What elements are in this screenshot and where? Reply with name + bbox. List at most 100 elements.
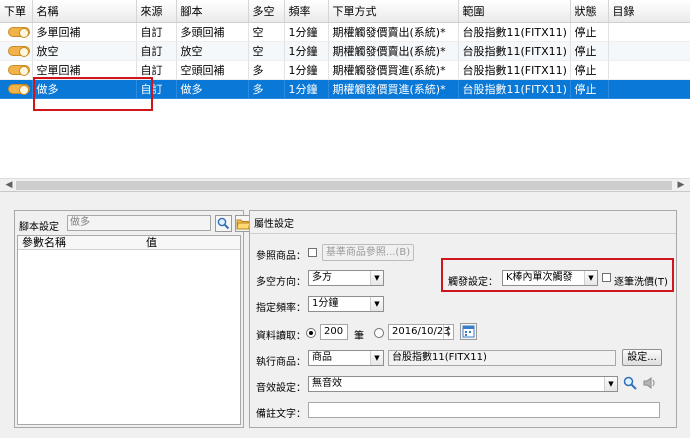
param-name-header[interactable]: 參數名稱 [22,236,66,250]
cell-frequency: 1分鐘 [284,22,329,42]
cell-script: 多頭回補 [176,22,249,42]
cell-source: 自訂 [136,60,177,80]
grid-header-row: 下單 名稱 來源 腳本 多空 頻率 下單方式 範圍 狀態 目錄 [0,0,690,23]
table-row-selected[interactable]: 做多 自訂 做多 多 1分鐘 期權觸發價買進(系統)* 台股指數11(FITX1… [0,79,690,99]
cell-order-method: 期權觸發價賣出(系統)* [328,22,459,42]
script-panel: 腳本設定 做多 參數名稱 值 [14,210,252,428]
cell-name: 放空 [32,41,137,61]
script-setting-label: 腳本設定 [19,222,59,233]
frequency-value: 1分鐘 [312,298,339,309]
date-input[interactable]: 2016/10/23 ▲ ▼ [388,324,454,340]
order-toggle-icon[interactable] [8,27,30,38]
cell-order-method: 期權觸發價買進(系統)* [328,60,459,80]
date-radio[interactable] [374,328,384,338]
col-header-script[interactable]: 腳本 [176,0,249,23]
cell-folder [608,79,690,99]
properties-title: 屬性設定 [254,219,294,230]
data-read-label: 資料讀取： [256,331,306,342]
col-header-direction[interactable]: 多空 [248,0,285,23]
exec-type-value: 商品 [312,352,332,363]
cell-name: 做多 [32,79,137,99]
frequency-select[interactable]: 1分鐘 ▼ [308,296,384,312]
cell-frequency: 1分鐘 [284,60,329,80]
cell-frequency: 1分鐘 [284,79,329,99]
ref-product-checkbox[interactable] [308,248,317,257]
col-header-status[interactable]: 狀態 [570,0,609,23]
col-header-order[interactable]: 下單 [0,0,33,23]
note-label: 備註文字： [256,409,306,420]
order-toggle-icon[interactable] [8,84,30,95]
col-header-source[interactable]: 來源 [136,0,177,23]
order-toggle-icon[interactable] [8,65,30,76]
speaker-icon[interactable] [642,375,658,391]
col-header-folder[interactable]: 目錄 [608,0,690,23]
date-spinner-icon[interactable]: ▲ ▼ [443,325,453,339]
chevron-down-icon[interactable]: ▼ [584,271,597,285]
exec-product-label: 執行商品： [256,357,306,368]
cell-status: 停止 [570,79,609,99]
direction-select[interactable]: 多方 ▼ [308,270,384,286]
col-header-name[interactable]: 名稱 [32,0,137,23]
cell-folder [608,22,690,42]
exec-symbol-field: 台股指數11(FITX11) [388,350,616,366]
search-icon[interactable] [215,215,232,232]
cell-scope: 台股指數11(FITX11) [458,41,571,61]
bars-unit-label: 筆 [354,331,364,342]
parameter-list[interactable]: 參數名稱 值 [17,235,241,425]
calendar-icon[interactable] [460,323,477,340]
cell-source: 自訂 [136,22,177,42]
parameter-list-header: 參數名稱 值 [18,236,240,250]
chevron-down-icon[interactable]: ▼ [604,377,617,391]
bars-radio[interactable] [306,328,316,338]
bars-input[interactable]: 200 [320,324,348,340]
chevron-down-icon[interactable]: ▼ [370,297,383,311]
cell-scope: 台股指數11(FITX11) [458,79,571,99]
sound-select[interactable]: 無音效 ▼ [308,376,618,392]
cell-direction: 多 [248,60,285,80]
per-trade-label[interactable]: 逐筆洗價(T) [614,273,668,288]
cell-scope: 台股指數11(FITX11) [458,60,571,80]
order-toggle-icon[interactable] [8,46,30,57]
script-setting-row: 腳本設定 做多 [19,215,252,233]
trigger-value: K棒內單次觸發 [506,272,573,283]
scroll-thumb[interactable] [16,181,672,190]
note-input[interactable] [308,402,660,418]
trigger-label: 觸發設定： [448,277,498,288]
col-header-scope[interactable]: 範圍 [458,0,571,23]
ref-product-label: 參照商品： [256,251,306,262]
per-trade-checkbox[interactable] [602,273,611,282]
settings-button[interactable]: 設定... [622,349,662,366]
properties-panel: 屬性設定 參照商品： 基準商品參照...(B) 多空方向： 多方 ▼ 觸發設定：… [249,210,677,428]
cell-script: 放空 [176,41,249,61]
script-name-field[interactable]: 做多 [67,215,211,231]
chevron-down-icon[interactable]: ▼ [370,271,383,285]
trigger-select[interactable]: K棒內單次觸發 ▼ [502,270,598,286]
divider [250,233,676,234]
cell-folder [608,60,690,80]
ref-product-button[interactable]: 基準商品參照...(B) [322,244,414,261]
scroll-left-icon[interactable]: ◀ [2,179,16,191]
cell-name: 空單回補 [32,60,137,80]
frequency-label: 指定頻率： [256,303,306,314]
table-row[interactable]: 放空 自訂 放空 空 1分鐘 期權觸發價賣出(系統)* 台股指數11(FITX1… [0,41,690,61]
horizontal-scrollbar[interactable]: ◀ ▶ [0,178,690,191]
cell-direction: 空 [248,22,285,42]
direction-label: 多空方向： [256,277,306,288]
scroll-right-icon[interactable]: ▶ [674,179,688,191]
col-header-order-method[interactable]: 下單方式 [328,0,459,23]
cell-status: 停止 [570,60,609,80]
cell-status: 停止 [570,22,609,42]
cell-source: 自訂 [136,79,177,99]
cell-scope: 台股指數11(FITX11) [458,22,571,42]
param-value-header[interactable]: 值 [146,236,157,250]
cell-folder [608,41,690,61]
strategy-grid: 下單 名稱 來源 腳本 多空 頻率 下單方式 範圍 狀態 目錄 多單回補 自訂 … [0,0,690,192]
search-icon[interactable] [622,375,638,391]
exec-type-select[interactable]: 商品 ▼ [308,350,384,366]
cell-frequency: 1分鐘 [284,41,329,61]
chevron-down-icon[interactable]: ▼ [370,351,383,365]
table-row[interactable]: 多單回補 自訂 多頭回補 空 1分鐘 期權觸發價賣出(系統)* 台股指數11(F… [0,22,690,42]
direction-value: 多方 [312,272,332,283]
table-row[interactable]: 空單回補 自訂 空頭回補 多 1分鐘 期權觸發價買進(系統)* 台股指數11(F… [0,60,690,80]
col-header-frequency[interactable]: 頻率 [284,0,329,23]
